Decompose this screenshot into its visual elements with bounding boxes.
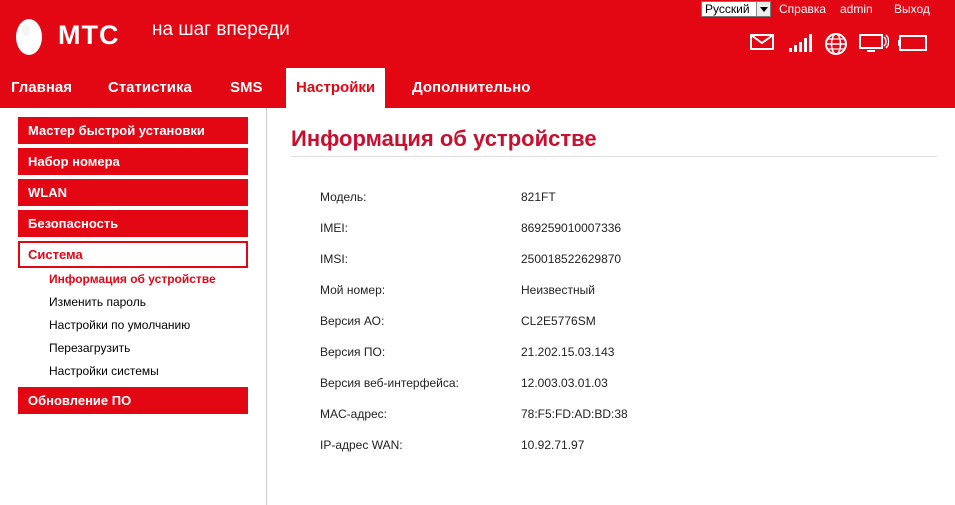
sidebar-item-system[interactable]: Система xyxy=(18,241,248,268)
subitem-device-info[interactable]: Информация об устройстве xyxy=(49,272,216,286)
page-title: Информация об устройстве xyxy=(291,126,597,151)
info-label-sw-version: Версия ПО: xyxy=(320,345,386,359)
subitem-reboot[interactable]: Перезагрузить xyxy=(49,341,130,355)
info-label-model: Модель: xyxy=(320,190,367,204)
info-value-imsi: 250018522629870 xyxy=(521,252,622,266)
info-label-mac: MAC-адрес: xyxy=(320,407,388,421)
sidebar-item-dialing[interactable]: Набор номера xyxy=(18,148,248,175)
tab-settings[interactable]: Настройки xyxy=(286,68,386,108)
subitem-change-password[interactable]: Изменить пароль xyxy=(49,295,146,309)
sidebar-item-firmware-update[interactable]: Обновление ПО xyxy=(18,387,248,414)
tab-home[interactable]: Главная xyxy=(11,68,72,108)
info-value-model: 821FT xyxy=(521,190,556,204)
info-value-sw-version: 21.202.15.03.143 xyxy=(521,345,615,359)
info-value-wan-ip: 10.92.71.97 xyxy=(521,438,585,452)
brand-slogan: на шаг впереди xyxy=(152,19,290,40)
info-label-my-number: Мой номер: xyxy=(320,283,386,297)
info-label-imei: IMEI: xyxy=(320,221,349,235)
info-value-hw-version: CL2E5776SM xyxy=(521,314,596,328)
screen-icon xyxy=(859,34,889,52)
sidebar-item-wlan[interactable]: WLAN xyxy=(18,179,248,206)
tab-sms[interactable]: SMS xyxy=(230,68,263,108)
logout-link[interactable]: Выход xyxy=(894,2,930,16)
battery-icon xyxy=(898,35,927,51)
title-divider xyxy=(291,156,937,157)
signal-icon xyxy=(789,34,812,52)
tab-statistics[interactable]: Статистика xyxy=(108,68,192,108)
subitem-default-settings[interactable]: Настройки по умолчанию xyxy=(49,318,190,332)
mts-egg-logo-icon xyxy=(10,13,48,59)
globe-icon xyxy=(825,33,847,55)
info-label-hw-version: Версия АО: xyxy=(320,314,385,328)
info-label-wan-ip: IP-адрес WAN: xyxy=(320,438,403,452)
sidebar-divider xyxy=(266,108,267,505)
info-value-mac: 78:F5:FD:AD:BD:38 xyxy=(521,407,628,421)
language-select[interactable]: Русский xyxy=(701,1,771,17)
info-value-my-number: Неизвестный xyxy=(521,283,595,297)
info-label-web-version: Версия веб-интерфейса: xyxy=(320,376,459,390)
help-link[interactable]: Справка xyxy=(779,2,826,16)
language-selected-value: Русский xyxy=(705,2,750,16)
brand-name: МТС xyxy=(58,20,120,50)
subitem-system-settings[interactable]: Настройки системы xyxy=(49,364,159,378)
sidebar-item-security[interactable]: Безопасность xyxy=(18,210,248,237)
mail-icon[interactable] xyxy=(750,33,774,51)
header-bar: МТС на шаг впереди Русский Справка admin… xyxy=(0,0,955,108)
user-link[interactable]: admin xyxy=(840,2,873,16)
info-label-imsi: IMSI: xyxy=(320,252,349,266)
info-value-imei: 869259010007336 xyxy=(521,221,622,235)
chevron-down-icon[interactable] xyxy=(756,2,770,16)
tab-advanced[interactable]: Дополнительно xyxy=(412,68,530,108)
sidebar-item-quick-setup[interactable]: Мастер быстрой установки xyxy=(18,117,248,144)
info-value-web-version: 12.003.03.01.03 xyxy=(521,376,608,390)
